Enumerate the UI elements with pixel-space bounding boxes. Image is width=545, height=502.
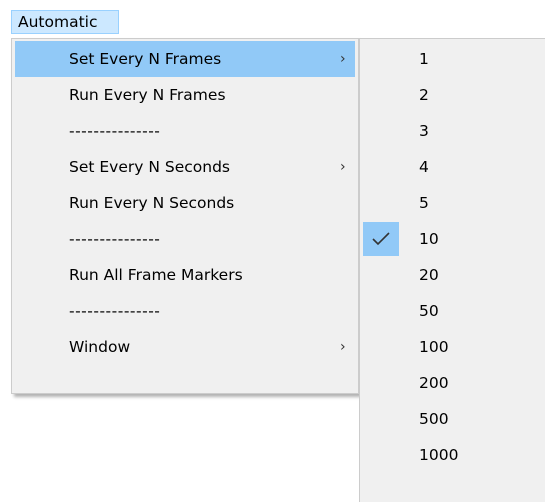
submenu-item-label: 1000 (419, 446, 459, 464)
submenu-item-2[interactable]: 2 (363, 77, 543, 113)
submenu-item-4[interactable]: 4 (363, 149, 543, 185)
submenu-item-3[interactable]: 3 (363, 113, 543, 149)
menu-item-label: Window (69, 338, 131, 356)
submenu-item-label: 100 (419, 338, 449, 356)
menu-automatic[interactable]: Automatic (11, 10, 119, 34)
submenu-item-label: 4 (419, 158, 429, 176)
menu-item-run-every-n-frames[interactable]: Run Every N Frames (15, 77, 355, 113)
menu-item-label: Run All Frame Markers (69, 266, 243, 284)
chevron-right-icon: › (340, 51, 346, 67)
submenu-item-1000[interactable]: 1000 (363, 437, 543, 473)
menu-item-label: Set Every N Seconds (69, 158, 230, 176)
submenu-item-20[interactable]: 20 (363, 257, 543, 293)
automatic-dropdown-menu: Set Every N Frames › Run Every N Frames … (11, 38, 359, 394)
submenu-item-label: 500 (419, 410, 449, 428)
menu-separator: --------------- (15, 293, 355, 329)
chevron-right-icon: › (340, 339, 346, 355)
menu-separator: --------------- (15, 221, 355, 257)
separator-text: --------------- (69, 302, 161, 320)
menu-item-window[interactable]: Window › (15, 329, 355, 365)
menu-item-run-every-n-seconds[interactable]: Run Every N Seconds (15, 185, 355, 221)
submenu-item-50[interactable]: 50 (363, 293, 543, 329)
menu-item-label: Run Every N Seconds (69, 194, 235, 212)
menu-automatic-label: Automatic (18, 13, 98, 31)
check-icon (363, 222, 399, 256)
submenu-item-10[interactable]: 10 (363, 221, 543, 257)
submenu-item-label: 10 (419, 230, 439, 248)
check-icon-glyph (372, 232, 390, 246)
separator-text: --------------- (69, 230, 161, 248)
menu-item-label: Run Every N Frames (69, 86, 226, 104)
submenu-item-500[interactable]: 500 (363, 401, 543, 437)
submenu-item-label: 2 (419, 86, 429, 104)
menu-item-run-all-frame-markers[interactable]: Run All Frame Markers (15, 257, 355, 293)
chevron-right-icon: › (340, 159, 346, 175)
menu-bar: Automatic (0, 0, 545, 40)
submenu-item-label: 50 (419, 302, 439, 320)
menu-item-label: Set Every N Frames (69, 50, 222, 68)
submenu-item-label: 20 (419, 266, 439, 284)
set-every-n-frames-submenu: 1 2 3 4 5 10 20 50 100 200 500 1000 (359, 38, 545, 502)
submenu-item-label: 5 (419, 194, 429, 212)
submenu-item-label: 3 (419, 122, 429, 140)
menu-separator: --------------- (15, 113, 355, 149)
menu-item-set-every-n-seconds[interactable]: Set Every N Seconds › (15, 149, 355, 185)
submenu-item-1[interactable]: 1 (363, 41, 543, 77)
menu-item-set-every-n-frames[interactable]: Set Every N Frames › (15, 41, 355, 77)
submenu-item-label: 200 (419, 374, 449, 392)
separator-text: --------------- (69, 122, 161, 140)
submenu-item-5[interactable]: 5 (363, 185, 543, 221)
submenu-item-label: 1 (419, 50, 429, 68)
submenu-item-100[interactable]: 100 (363, 329, 543, 365)
submenu-item-200[interactable]: 200 (363, 365, 543, 401)
